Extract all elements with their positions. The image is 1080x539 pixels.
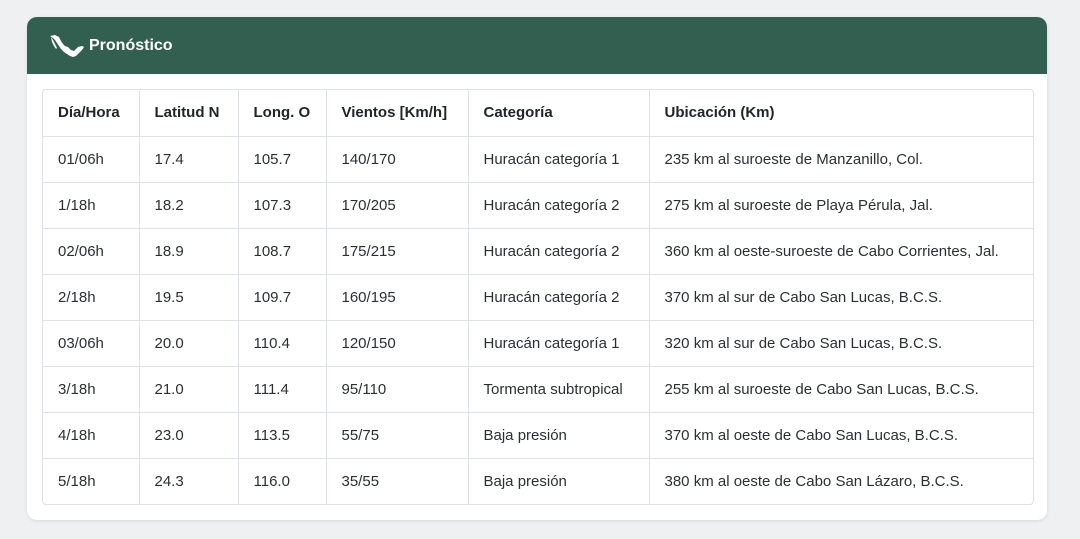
cell-categoria: Huracán categoría 1 xyxy=(468,136,650,183)
table-row: 2/18h 19.5 109.7 160/195 Huracán categoría 2… xyxy=(43,274,1033,321)
column-header-vientos: Vientos [Km/h] xyxy=(326,90,469,137)
cell-categoria: Baja presión xyxy=(468,458,650,504)
table-row: 03/06h 20.0 110.4 120/150 Huracán categoría … xyxy=(43,320,1033,367)
cell-ubicacion: 235 km al suroeste de Manzanillo, Col. xyxy=(649,136,1033,183)
table-header-row: Día/Hora Latitud N Long. O Vientos [Km/h… xyxy=(43,90,1033,137)
cell-dia-hora: 02/06h xyxy=(43,228,140,275)
cell-ubicacion: 320 km al sur de Cabo San Lucas, B.C.S. xyxy=(649,320,1033,367)
table-row: 02/06h 18.9 108.7 175/215 Huracán categoría … xyxy=(43,228,1033,275)
cell-categoria: Huracán categoría 2 xyxy=(468,182,650,229)
table-row: 5/18h 24.3 116.0 35/55 Baja presión 380 km al… xyxy=(43,458,1033,504)
cell-latitud: 20.0 xyxy=(139,320,239,367)
cell-dia-hora: 4/18h xyxy=(43,412,140,459)
table-row: 4/18h 23.0 113.5 55/75 Baja presión 370 km al… xyxy=(43,412,1033,459)
cell-dia-hora: 01/06h xyxy=(43,136,140,183)
mexico-map-icon xyxy=(49,33,85,59)
cell-ubicacion: 370 km al sur de Cabo San Lucas, B.C.S. xyxy=(649,274,1033,321)
cell-dia-hora: 1/18h xyxy=(43,182,140,229)
cell-ubicacion: 370 km al oeste de Cabo San Lucas, B.C.S… xyxy=(649,412,1033,459)
cell-latitud: 19.5 xyxy=(139,274,239,321)
cell-longitud: 109.7 xyxy=(238,274,327,321)
table-row: 1/18h 18.2 107.3 170/205 Huracán categoría 2… xyxy=(43,182,1033,229)
cell-longitud: 116.0 xyxy=(238,458,327,504)
cell-longitud: 105.7 xyxy=(238,136,327,183)
cell-dia-hora: 2/18h xyxy=(43,274,140,321)
cell-latitud: 21.0 xyxy=(139,366,239,413)
cell-ubicacion: 275 km al suroeste de Playa Pérula, Jal. xyxy=(649,182,1033,229)
cell-dia-hora: 5/18h xyxy=(43,458,140,504)
cell-longitud: 108.7 xyxy=(238,228,327,275)
card-header: Pronóstico xyxy=(27,17,1047,74)
cell-categoria: Tormenta subtropical xyxy=(468,366,650,413)
cell-dia-hora: 3/18h xyxy=(43,366,140,413)
cell-longitud: 110.4 xyxy=(238,320,327,367)
cell-latitud: 24.3 xyxy=(139,458,239,504)
cell-vientos: 120/150 xyxy=(326,320,469,367)
cell-latitud: 18.9 xyxy=(139,228,239,275)
cell-categoria: Baja presión xyxy=(468,412,650,459)
column-header-dia-hora: Día/Hora xyxy=(43,90,140,137)
forecast-card: Pronóstico Día/Hora Latitud N Long. O Vi… xyxy=(27,17,1047,520)
cell-latitud: 17.4 xyxy=(139,136,239,183)
cell-categoria: Huracán categoría 2 xyxy=(468,228,650,275)
cell-longitud: 113.5 xyxy=(238,412,327,459)
cell-categoria: Huracán categoría 2 xyxy=(468,274,650,321)
cell-ubicacion: 380 km al oeste de Cabo San Lázaro, B.C.… xyxy=(664,472,964,490)
cell-vientos: 140/170 xyxy=(326,136,469,183)
column-header-ubicacion: Ubicación (Km) xyxy=(649,90,1033,137)
cell-dia-hora: 03/06h xyxy=(43,320,140,367)
cell-categoria: Huracán categoría 1 xyxy=(468,320,650,367)
cell-vientos: 55/75 xyxy=(326,412,469,459)
column-header-categoria: Categoría xyxy=(468,90,650,137)
table-row: 01/06h 17.4 105.7 140/170 Huracán categoría … xyxy=(43,136,1033,183)
cell-latitud: 18.2 xyxy=(139,182,239,229)
cell-ubicacion: 360 km al oeste-suroeste de Cabo Corrien… xyxy=(649,228,1033,275)
cell-vientos: 175/215 xyxy=(326,228,469,275)
table-header: Día/Hora Latitud N Long. O Vientos [Km/h… xyxy=(43,90,1033,137)
table-body: 01/06h 17.4 105.7 140/170 Huracán categoría … xyxy=(43,136,1033,504)
cell-vientos: 95/110 xyxy=(326,366,469,413)
cell-latitud: 23.0 xyxy=(139,412,239,459)
cell-longitud: 111.4 xyxy=(238,366,327,413)
cell-ubicacion: 255 km al suroeste de Cabo San Lucas, B.… xyxy=(649,366,1033,413)
cell-vientos: 160/195 xyxy=(326,274,469,321)
cell-vientos: 35/55 xyxy=(326,458,469,504)
cell-vientos: 170/205 xyxy=(326,182,469,229)
forecast-table-container: Día/Hora Latitud N Long. O Vientos [Km/h… xyxy=(42,89,1034,505)
column-header-latitud: Latitud N xyxy=(139,90,239,137)
column-header-longitud: Long. O xyxy=(238,90,327,137)
table-row: 3/18h 21.0 111.4 95/110 Tormenta subtropical… xyxy=(43,366,1033,413)
page-title: Pronóstico xyxy=(89,36,173,54)
cell-longitud: 107.3 xyxy=(238,182,327,229)
forecast-table: Día/Hora Latitud N Long. O Vientos [Km/h… xyxy=(43,90,1033,504)
